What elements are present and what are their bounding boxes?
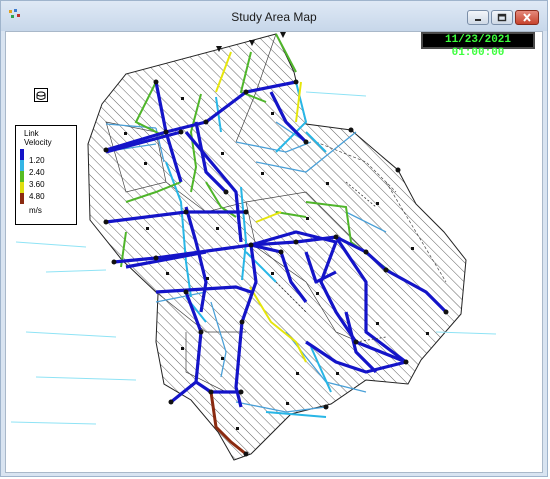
app-window: Study Area Map 11/23/2021 01:00:00 Link … [0, 0, 548, 477]
legend-swatch-1 [20, 149, 24, 160]
simulation-clock: 11/23/2021 01:00:00 [421, 32, 535, 59]
study-area-boundary [87, 33, 467, 461]
study-area-map[interactable] [6, 32, 543, 473]
minimize-button[interactable] [467, 10, 489, 25]
legend-label-4: 4.80 [29, 192, 45, 201]
maximize-button[interactable] [491, 10, 513, 25]
legend-label-1: 1.20 [29, 156, 45, 165]
map-canvas[interactable]: 11/23/2021 01:00:00 Link Velocity 1.20 2… [5, 31, 543, 473]
close-icon [523, 13, 531, 22]
maximize-icon [497, 13, 507, 22]
legend-label-units: m/s [29, 206, 42, 215]
close-button[interactable] [515, 10, 539, 25]
minimize-icon [475, 18, 481, 21]
legend-swatch-3 [20, 171, 24, 182]
legend-title: Link Velocity [24, 129, 52, 147]
legend-swatch-4 [20, 182, 24, 193]
legend-label-3: 3.60 [29, 180, 45, 189]
legend-title-line2: Velocity [24, 138, 52, 147]
legend-label-2: 2.40 [29, 168, 45, 177]
legend-swatch-5 [20, 193, 24, 204]
legend-swatch-2 [20, 160, 24, 171]
velocity-legend[interactable]: Link Velocity 1.20 2.40 3.60 4.80 m/s [15, 125, 77, 225]
title-bar[interactable]: Study Area Map [1, 1, 547, 31]
legend-title-line1: Link [24, 129, 39, 138]
window-title: Study Area Map [231, 10, 317, 24]
nodes-icon[interactable] [34, 88, 48, 102]
